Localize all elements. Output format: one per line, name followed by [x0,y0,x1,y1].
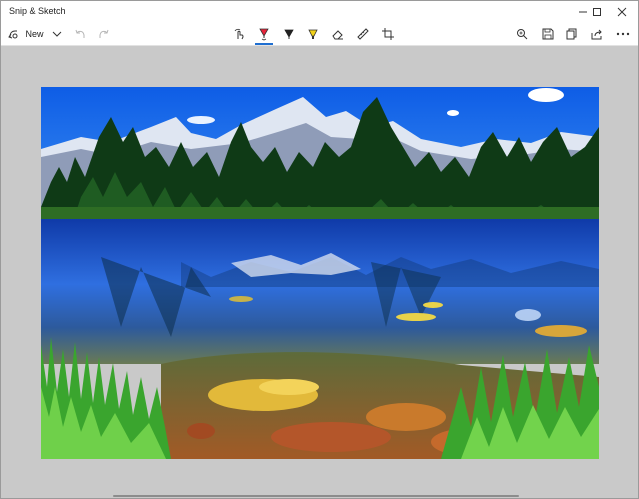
maximize-icon [593,8,601,16]
undo-button[interactable] [71,23,89,45]
copy-icon [566,28,577,40]
title-bar: Snip & Sketch [1,1,638,23]
pencil-button[interactable] [279,23,299,45]
redo-button[interactable] [95,23,113,45]
undo-icon [75,29,85,38]
eraser-icon [332,30,343,40]
toolbar: New [1,23,638,46]
save-icon [542,28,554,40]
crop-button[interactable] [378,23,398,45]
ruler-icon [357,28,369,40]
horizontal-scrollbar[interactable] [113,495,519,497]
ballpoint-pen-button[interactable] [252,23,276,45]
landscape-photo [41,87,599,459]
more-icon [616,32,630,36]
touch-writing-button[interactable] [229,23,249,45]
copy-button[interactable] [562,23,582,45]
more-button[interactable] [612,23,634,45]
new-button[interactable]: New [7,23,45,45]
close-button[interactable] [605,1,638,23]
save-button[interactable] [538,23,558,45]
ballpoint-pen-icon [259,28,269,41]
crop-icon [382,28,394,40]
landscape-photo-illustration [41,87,599,459]
highlighter-icon [308,29,318,39]
new-snip-icon [8,30,18,39]
ruler-button[interactable] [353,23,373,45]
highlighter-button[interactable] [303,23,323,45]
chevron-down-icon [52,31,62,37]
eraser-button[interactable] [328,23,348,45]
active-tool-indicator [255,43,273,45]
share-button[interactable] [587,23,607,45]
new-dropdown-button[interactable] [49,23,65,45]
new-label: New [25,29,44,39]
close-icon [617,7,627,17]
touch-writing-icon [234,28,244,40]
snip-sketch-window: Snip & Sketch New [0,0,639,499]
zoom-button[interactable] [512,23,532,45]
zoom-icon [517,29,528,40]
app-title: Snip & Sketch [9,6,66,16]
share-icon [591,29,602,40]
pencil-icon [284,29,294,39]
redo-icon [99,29,109,38]
